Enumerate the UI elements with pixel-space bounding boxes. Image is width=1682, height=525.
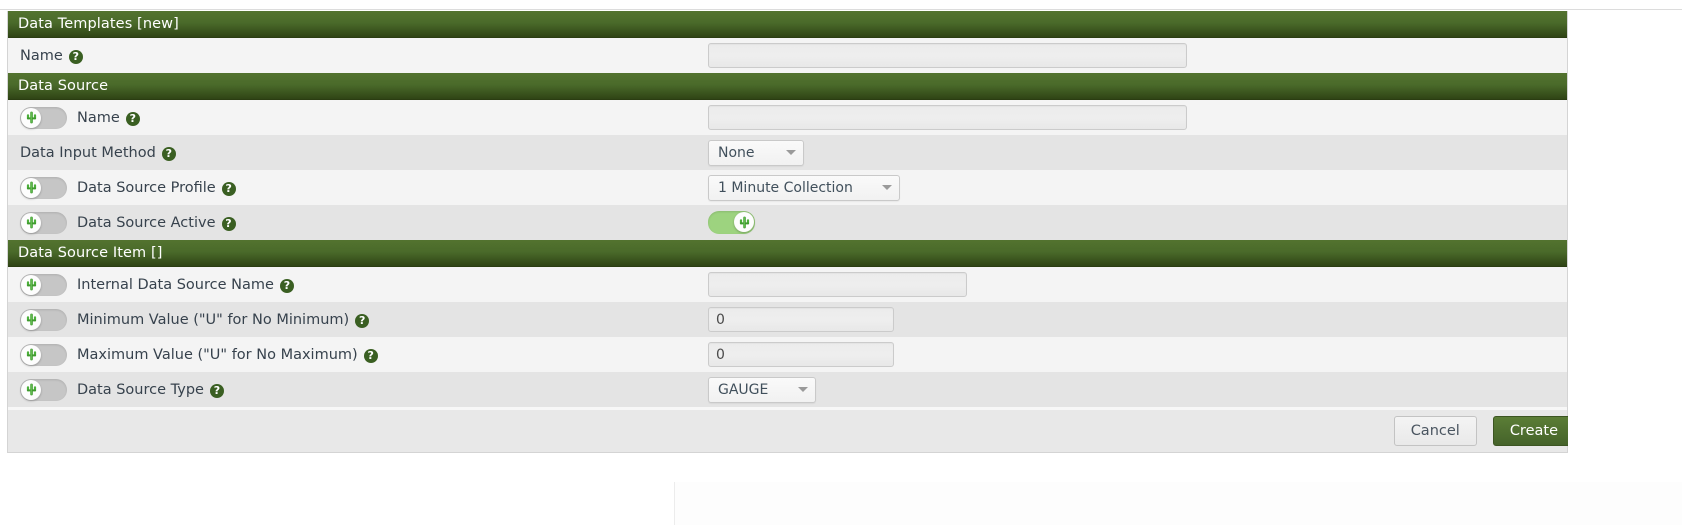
toggle-knob-ds-name <box>21 107 41 128</box>
label-cell-ds-name: Name ? <box>8 100 708 135</box>
label-ds-active: Data Source Active <box>77 214 216 231</box>
toggle-knob-ds-active <box>734 212 754 232</box>
label-data-input-method: Data Input Method <box>20 144 156 161</box>
help-icon-data-input-method[interactable]: ? <box>161 146 176 161</box>
label-maximum-value: Maximum Value ("U" for No Maximum) <box>77 346 358 363</box>
help-icon-minimum-value[interactable]: ? <box>355 313 370 328</box>
ds-profile-selected-value: 1 Minute Collection <box>718 179 853 196</box>
label-minimum-value: Minimum Value ("U" for No Minimum) <box>77 311 350 328</box>
control-cell-maximum-value <box>708 337 894 372</box>
page-background-below <box>0 482 1682 525</box>
ds-profile-select[interactable]: 1 Minute Collection <box>708 174 900 201</box>
help-icon-internal-ds-name[interactable]: ? <box>279 278 294 293</box>
toggle-internal-ds-name[interactable] <box>20 273 67 296</box>
label-cell-data-input-method: Data Input Method ? <box>8 135 708 170</box>
toggle-knob-ds-active-lock <box>21 212 41 233</box>
cactus-icon <box>26 216 36 229</box>
label-cell-minimum-value: Minimum Value ("U" for No Minimum) ? <box>8 302 708 337</box>
control-cell-template-name <box>708 38 1187 73</box>
toggle-data-source-type[interactable] <box>20 378 67 401</box>
help-icon-maximum-value[interactable]: ? <box>363 348 378 363</box>
control-cell-minimum-value <box>708 302 894 337</box>
create-button[interactable]: Create <box>1492 416 1575 446</box>
toggle-minimum-value[interactable] <box>20 308 67 331</box>
cactus-icon <box>26 111 36 124</box>
cancel-button[interactable]: Cancel <box>1393 416 1477 446</box>
control-cell-ds-profile: 1 Minute Collection <box>708 170 900 205</box>
chevron-down-icon <box>798 387 808 392</box>
label-cell-internal-ds-name: Internal Data Source Name ? <box>8 267 708 302</box>
section-header-data-templates: Data Templates [new] <box>8 11 1567 38</box>
cactus-icon <box>26 181 36 194</box>
toggle-knob-internal-ds-name <box>21 274 41 295</box>
control-cell-data-source-type: GAUGE <box>708 372 816 407</box>
label-ds-profile: Data Source Profile <box>77 179 216 196</box>
page-root: Data Templates [new] Name ? Data Source <box>0 0 1682 525</box>
label-cell-ds-profile: Data Source Profile ? <box>8 170 708 205</box>
toggle-maximum-value[interactable] <box>20 343 67 366</box>
row-ds-name: Name ? <box>8 100 1567 135</box>
minimum-value-input[interactable] <box>708 307 894 332</box>
label-cell-maximum-value: Maximum Value ("U" for No Maximum) ? <box>8 337 708 372</box>
help-icon-ds-name[interactable]: ? <box>125 111 140 126</box>
row-template-name: Name ? <box>8 38 1567 73</box>
ds-active-toggle[interactable] <box>708 211 755 234</box>
row-minimum-value: Minimum Value ("U" for No Minimum) ? <box>8 302 1567 337</box>
right-gutter <box>1568 11 1682 471</box>
label-data-source-type: Data Source Type <box>77 381 204 398</box>
toggle-ds-profile[interactable] <box>20 176 67 199</box>
toggle-knob-data-source-type <box>21 379 41 400</box>
toggle-knob-minimum-value <box>21 309 41 330</box>
label-ds-name: Name <box>77 109 120 126</box>
label-internal-ds-name: Internal Data Source Name <box>77 276 274 293</box>
maximum-value-input[interactable] <box>708 342 894 367</box>
toggle-knob-maximum-value <box>21 344 41 365</box>
toggle-knob-ds-profile <box>21 177 41 198</box>
section-header-data-source: Data Source <box>8 73 1567 100</box>
help-icon-template-name[interactable]: ? <box>68 49 83 64</box>
control-cell-ds-active <box>708 205 765 240</box>
ds-name-input[interactable] <box>708 105 1187 130</box>
row-data-source-type: Data Source Type ? GAUGE <box>8 372 1567 407</box>
cactus-icon <box>26 313 36 326</box>
chevron-down-icon <box>786 150 796 155</box>
control-cell-ds-name <box>708 100 1187 135</box>
label-cell-ds-active: Data Source Active ? <box>8 205 708 240</box>
page-background-right-pane <box>674 482 1682 525</box>
data-input-method-selected-value: None <box>718 144 755 161</box>
row-ds-active: Data Source Active ? <box>8 205 1567 240</box>
template-name-input[interactable] <box>708 43 1187 68</box>
cactus-icon <box>739 216 749 228</box>
help-icon-data-source-type[interactable]: ? <box>209 383 224 398</box>
data-template-form-panel: Data Templates [new] Name ? Data Source <box>7 11 1575 453</box>
chevron-down-icon <box>882 185 892 190</box>
data-source-type-selected-value: GAUGE <box>718 381 769 398</box>
control-cell-data-input-method: None <box>708 135 804 170</box>
row-ds-profile: Data Source Profile ? 1 Minute Collectio… <box>8 170 1567 205</box>
section-header-data-source-item: Data Source Item [] <box>8 240 1567 267</box>
internal-ds-name-input[interactable] <box>708 272 967 297</box>
help-icon-ds-profile[interactable]: ? <box>221 181 236 196</box>
cactus-icon <box>26 278 36 291</box>
top-strip <box>0 0 1682 10</box>
control-cell-internal-ds-name <box>708 267 967 302</box>
label-cell-data-source-type: Data Source Type ? <box>8 372 708 407</box>
cactus-icon <box>26 383 36 396</box>
help-icon-ds-active[interactable]: ? <box>221 216 236 231</box>
data-input-method-select[interactable]: None <box>708 139 804 166</box>
row-internal-ds-name: Internal Data Source Name ? <box>8 267 1567 302</box>
cactus-icon <box>26 348 36 361</box>
form-action-bar: Cancel Create <box>8 407 1575 452</box>
label-template-name: Name <box>20 47 63 64</box>
row-data-input-method: Data Input Method ? None <box>8 135 1567 170</box>
toggle-ds-name[interactable] <box>20 106 67 129</box>
row-maximum-value: Maximum Value ("U" for No Maximum) ? <box>8 337 1567 372</box>
label-cell-template-name: Name ? <box>8 38 708 73</box>
data-source-type-select[interactable]: GAUGE <box>708 376 816 403</box>
toggle-ds-active-lock[interactable] <box>20 211 67 234</box>
